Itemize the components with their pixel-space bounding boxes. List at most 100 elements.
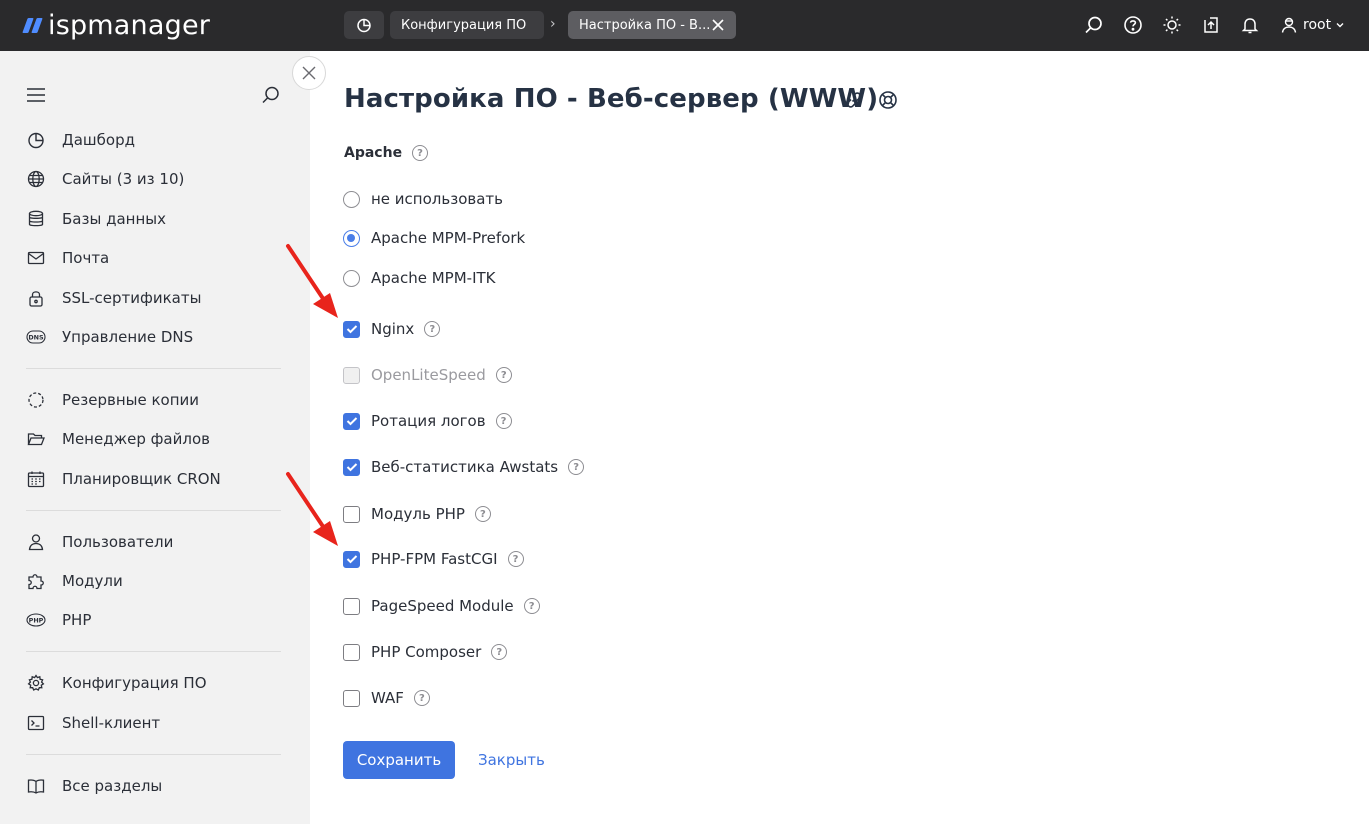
upload-icon[interactable]: [1199, 13, 1223, 37]
checkbox[interactable]: [343, 412, 360, 430]
sidebar-item-software-config[interactable]: Конфигурация ПО: [26, 671, 207, 695]
checkmark-icon: [346, 325, 357, 334]
help-icon[interactable]: [1121, 13, 1145, 37]
tab-software-config[interactable]: Конфигурация ПО: [390, 11, 544, 39]
radio-none[interactable]: не использовать: [343, 189, 503, 209]
sidebar-item-label: Базы данных: [62, 210, 166, 228]
annotation-arrow-icon: [286, 472, 338, 546]
sidebar-item-dashboard[interactable]: Дашборд: [26, 128, 135, 152]
logo[interactable]: ispmanager: [22, 8, 210, 42]
sidebar-item-label: Менеджер файлов: [62, 430, 210, 448]
bell-icon[interactable]: [1238, 13, 1262, 37]
close-panel-button[interactable]: [292, 56, 326, 90]
checkbox-openlitespeed: OpenLiteSpeed ?: [343, 365, 512, 385]
radio-button[interactable]: [343, 190, 360, 208]
checkbox-php-module[interactable]: Модуль PHP ?: [343, 504, 491, 524]
option-label: не использовать: [371, 190, 503, 208]
sidebar-item-cron[interactable]: Планировщик CRON: [26, 467, 221, 491]
menu-icon[interactable]: [26, 87, 46, 107]
database-icon: [26, 209, 46, 229]
checkmark-icon: [346, 417, 357, 426]
sidebar-item-backups[interactable]: Резервные копии: [26, 388, 199, 412]
radio-button[interactable]: [343, 229, 360, 247]
radio-prefork[interactable]: Apache MPM-Prefork: [343, 228, 525, 248]
page-title: Настройка ПО - Веб-сервер (WWW): [344, 84, 879, 114]
checkbox[interactable]: [343, 505, 360, 523]
option-label: Ротация логов: [371, 412, 486, 430]
sidebar-item-ssl[interactable]: SSL-сертификаты: [26, 286, 201, 310]
sidebar-item-databases[interactable]: Базы данных: [26, 207, 166, 231]
option-label: Apache MPM-Prefork: [371, 229, 526, 247]
sidebar-item-label: Резервные копии: [62, 391, 200, 409]
checkbox-php-fpm[interactable]: PHP-FPM FastCGI ?: [343, 549, 524, 569]
dashboard-icon: [26, 130, 46, 150]
sidebar-item-label: Конфигурация ПО: [62, 674, 207, 692]
lifebuoy-icon[interactable]: [877, 89, 899, 115]
option-label: Модуль PHP: [371, 505, 465, 523]
help-icon[interactable]: ?: [474, 506, 491, 522]
checkbox-nginx[interactable]: Nginx ?: [343, 319, 441, 339]
sidebar-item-label: PHP: [62, 611, 92, 629]
help-icon[interactable]: ?: [424, 321, 441, 337]
checkbox[interactable]: [343, 597, 360, 615]
radio-itk[interactable]: Apache MPM-ITK: [343, 268, 496, 288]
checkbox-pagespeed[interactable]: PageSpeed Module ?: [343, 596, 540, 616]
checkbox[interactable]: [343, 320, 360, 338]
sidebar-item-shell[interactable]: Shell-клиент: [26, 711, 160, 735]
help-icon[interactable]: ?: [413, 690, 430, 706]
dashboard-tab-button[interactable]: [344, 11, 384, 39]
sidebar-item-label: Планировщик CRON: [62, 470, 221, 488]
help-icon[interactable]: ?: [568, 459, 585, 475]
section-label-text: Apache: [344, 145, 403, 161]
user-menu[interactable]: root: [1280, 13, 1350, 37]
sidebar-item-files[interactable]: Менеджер файлов: [26, 427, 210, 451]
sidebar-item-php[interactable]: PHP PHP: [26, 608, 91, 632]
sidebar-item-dns[interactable]: DNS Управление DNS: [26, 325, 193, 349]
sidebar: Дашборд Сайты (3 из 10) Базы данных Почт…: [0, 51, 310, 824]
search-icon[interactable]: [1082, 13, 1106, 37]
help-icon[interactable]: ?: [507, 551, 524, 567]
sidebar-item-label: Сайты (3 из 10): [62, 170, 185, 188]
radio-button[interactable]: [343, 269, 360, 287]
logo-text: ispmanager: [48, 9, 211, 41]
sidebar-item-users[interactable]: Пользователи: [26, 530, 173, 554]
option-label: Веб-статистика Awstats: [371, 458, 559, 476]
globe-icon: [26, 169, 46, 189]
backup-icon: [26, 390, 46, 410]
help-icon[interactable]: ?: [495, 413, 512, 429]
sidebar-item-label: Пользователи: [62, 533, 174, 551]
sidebar-item-mail[interactable]: Почта: [26, 246, 109, 270]
sidebar-item-all-sections[interactable]: Все разделы: [26, 774, 162, 798]
help-icon[interactable]: ?: [495, 367, 512, 383]
option-label: Nginx: [371, 320, 415, 338]
user-icon: [1281, 17, 1297, 33]
checkbox[interactable]: [343, 458, 360, 476]
tab-software-settings[interactable]: Настройка ПО - В...: [568, 11, 736, 39]
help-icon[interactable]: ?: [412, 145, 429, 161]
sidebar-divider: [26, 510, 281, 511]
checkbox-waf[interactable]: WAF ?: [343, 688, 430, 708]
close-link[interactable]: Закрыть: [478, 751, 545, 769]
option-label: WAF: [371, 689, 404, 707]
help-icon[interactable]: ?: [523, 598, 540, 614]
checkbox-php-composer[interactable]: PHP Composer ?: [343, 642, 508, 662]
link-icon[interactable]: [843, 89, 865, 115]
option-label: PHP-FPM FastCGI: [371, 550, 498, 568]
save-button[interactable]: Сохранить: [343, 741, 455, 779]
sidebar-item-label: Все разделы: [62, 777, 163, 795]
checkbox-log-rotation[interactable]: Ротация логов ?: [343, 411, 512, 431]
checkbox[interactable]: [343, 643, 360, 661]
php-icon: PHP: [26, 610, 46, 630]
puzzle-icon: [26, 571, 46, 591]
checkbox[interactable]: [343, 689, 360, 707]
close-icon[interactable]: [711, 18, 725, 32]
sun-icon[interactable]: [1160, 13, 1184, 37]
sidebar-item-modules[interactable]: Модули: [26, 569, 123, 593]
help-icon[interactable]: ?: [491, 644, 508, 660]
sidebar-item-sites[interactable]: Сайты (3 из 10): [26, 167, 184, 191]
checkbox-awstats[interactable]: Веб-статистика Awstats ?: [343, 457, 585, 477]
option-label: OpenLiteSpeed: [371, 366, 486, 384]
checkbox[interactable]: [343, 550, 360, 568]
option-label: Apache MPM-ITK: [371, 269, 496, 287]
sidebar-search-icon[interactable]: [261, 85, 281, 109]
